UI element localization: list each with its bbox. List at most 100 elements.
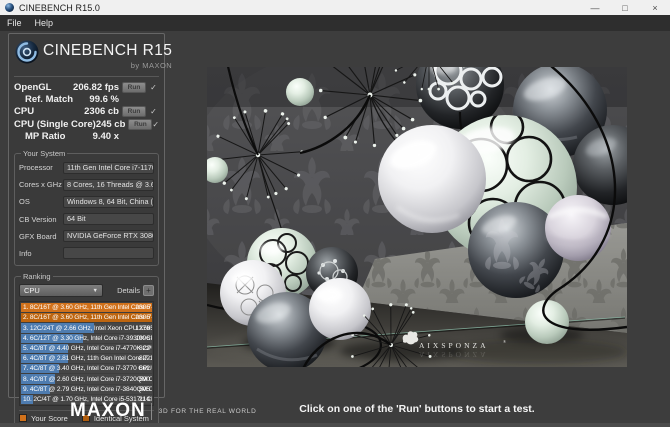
ranking-filter-value: CPU [24,286,40,296]
logo-text-block: CINEBENCH R15 by MAXON [43,39,172,70]
legend-label: Your Score [31,413,68,423]
result-value: 99.6 % [89,94,119,106]
legend-swatch [19,414,27,423]
menu-bar: File Help [0,15,670,31]
white-sphere-bottom [309,278,371,340]
ranking-row-score: 2306 [135,304,150,312]
ranking-row-label: 7. 4C/8T @ 3.40 GHz, Intel Core i7-3770 … [23,365,152,373]
divider [14,76,159,77]
system-field-label: Processor [19,163,53,173]
ranking-row[interactable]: 5. 4C/8T @ 4.40 GHz, Intel Core i7-4770K… [21,343,152,354]
run-button-slot: Run [122,106,148,118]
svg-text:AIXSPONZA: AIXSPONZA [419,341,489,350]
ranking-controls: CPU ▼ Details + [19,283,154,298]
ranking-list: 1. 8C/16T @ 3.60 GHz, 11th Gen Intel Cor… [19,301,154,406]
result-label: MP Ratio [25,131,66,143]
result-label: Ref. Match [25,94,74,106]
striped-sphere [545,195,611,261]
small-green-sphere-front [525,300,569,344]
status-text: Click on one of the 'Run' buttons to sta… [299,403,535,415]
system-field-row: Processor 11th Gen Intel Core i7-11700KF [19,159,154,176]
your-system-legend: Your System [23,148,66,158]
window-controls: — □ × [580,0,670,15]
ranking-filter-dropdown[interactable]: CPU ▼ [19,284,103,298]
ranking-row[interactable]: 7. 4C/8T @ 3.40 GHz, Intel Core i7-3770 … [21,364,152,374]
app-window: CINEBENCH R15.0 — □ × File Help CINEBENC… [0,0,670,427]
system-field-row: OS Windows 8, 64 Bit, China (build 9200) [19,193,154,210]
your-system-group: Your System Processor 11th Gen Intel Core… [14,148,159,267]
system-field-input[interactable]: NVIDIA GeForce RTX 3080/PCIe/SSE2 [63,230,154,243]
system-field-input[interactable]: 11th Gen Intel Core i7-11700KF [63,161,154,174]
system-field-input[interactable] [63,247,154,260]
system-field-label: GFX Board [19,231,57,241]
ranking-row-score: 2306 [135,314,150,322]
system-field-input[interactable]: 8 Cores, 16 Threads @ 3.60 GHz [63,178,154,191]
system-field-input[interactable]: Windows 8, 64 Bit, China (build 9200) [63,195,154,208]
run-button[interactable]: Run [122,106,146,118]
ranking-row-label: 8. 4C/8T @ 2.60 GHz, Intel Core i7-3720Q… [23,375,152,383]
result-value: 245 cb [95,118,126,130]
ranking-row-score: 505 [138,385,150,393]
result-label: OpenGL [14,81,52,93]
result-row: OpenGL 206.82 fps Run ✓ [14,81,159,93]
ranking-row-label: 3. 12C/24T @ 2.66 GHz, Intel Xeon CPU X5… [23,324,152,332]
ranking-row[interactable]: 9. 4C/8T @ 2.79 GHz, Intel Core i7-3840Q… [21,384,152,394]
result-row: MP Ratio 9.40 x [14,131,159,143]
ranking-row[interactable]: 3. 12C/24T @ 2.66 GHz, Intel Xeon CPU X5… [21,323,152,333]
ranking-row[interactable]: 6. 4C/8T @ 2.81 GHz, 11th Gen Intel Core… [21,354,152,364]
ranking-row-label: 2. 8C/16T @ 3.60 GHz, 11th Gen Intel Cor… [23,314,152,322]
system-field-input[interactable]: 64 Bit [63,213,154,226]
system-field-row: CB Version 64 Bit [19,211,154,228]
ranking-row-label: 5. 4C/8T @ 4.40 GHz, Intel Core i7-4770K… [23,345,152,353]
ranking-row-score: 1279 [135,324,150,332]
logo-row: CINEBENCH R15 by MAXON [14,39,172,70]
ranking-row-score: 822 [138,355,150,363]
run-button[interactable]: Run [128,118,153,130]
result-row: Ref. Match 99.6 % [14,93,159,105]
system-field-label: CB Version [19,214,57,224]
run-button-slot: Run [122,81,148,93]
render-scene: AIXSPONZA ® AIXSPONZA [187,0,653,394]
benchmark-panel: CINEBENCH R15 by MAXON OpenGL 206.82 fps R… [8,33,172,427]
ranking-row-score: 822 [138,345,150,353]
result-value: 9.40 x [92,131,119,143]
check-icon: ✓ [152,119,160,129]
ranking-row[interactable]: 2. 8C/16T @ 3.60 GHz, 11th Gen Intel Cor… [21,313,152,323]
ranking-row-label: 4. 6C/12T @ 3.30 GHz, Intel Core i7-3930… [23,334,152,342]
run-button-slot: Run [128,118,153,130]
system-field-label: Cores x GHz [19,180,62,190]
close-button[interactable]: × [640,0,670,15]
ranking-row[interactable]: 4. 6C/12T @ 3.30 GHz, Intel Core i7-3930… [21,333,152,343]
result-label: CPU (Single Core) [14,118,96,130]
system-field-row: Cores x GHz8 Cores, 16 Threads @ 3.60 GH… [19,176,154,193]
ranking-row-label: 1. 8C/16T @ 3.60 GHz, 11th Gen Intel Cor… [23,304,152,312]
ranking-legend: Ranking [23,272,51,282]
system-field-row: Info [19,245,154,262]
system-field-label: Info [19,248,32,258]
result-label: CPU [14,106,35,118]
ranking-row[interactable]: 1. 8C/16T @ 3.60 GHz, 11th Gen Intel Cor… [21,303,152,313]
menu-item-file[interactable]: File [7,18,22,28]
divider [150,402,152,420]
minimize-button[interactable]: — [580,0,610,15]
svg-text:AIXSPONZA: AIXSPONZA [419,350,489,359]
check-icon: ✓ [150,107,157,117]
ranking-row-score: 1096 [135,334,150,342]
result-value: 206.82 fps [73,81,119,93]
small-green-sphere [286,78,314,106]
run-button[interactable]: Run [122,81,146,93]
result-row: CPU (Single Core) 245 cb Run ✓ [14,118,159,130]
menu-item-help[interactable]: Help [35,18,54,28]
ranking-row-label: 6. 4C/8T @ 2.81 GHz, 11th Gen Intel Core… [23,355,152,363]
window-edge [0,423,670,427]
window-title: CINEBENCH R15.0 [19,2,101,13]
ranking-row[interactable]: 8. 4C/8T @ 2.60 GHz, Intel Core i7-3720Q… [21,374,152,384]
details-expand-button[interactable]: + [143,285,154,297]
svg-text:®: ® [503,339,506,344]
white-glossy-sphere [378,125,486,233]
ranking-row-label: 9. 4C/8T @ 2.79 GHz, Intel Core i7-3840Q… [23,385,152,393]
maximize-button[interactable]: □ [610,0,640,15]
ranking-row-score: 662 [138,365,150,373]
render-viewport: AIXSPONZA ® AIXSPONZA [187,0,653,394]
results-section: OpenGL 206.82 fps Run ✓ Ref. Match 99.6 % CPU 2… [14,81,159,143]
